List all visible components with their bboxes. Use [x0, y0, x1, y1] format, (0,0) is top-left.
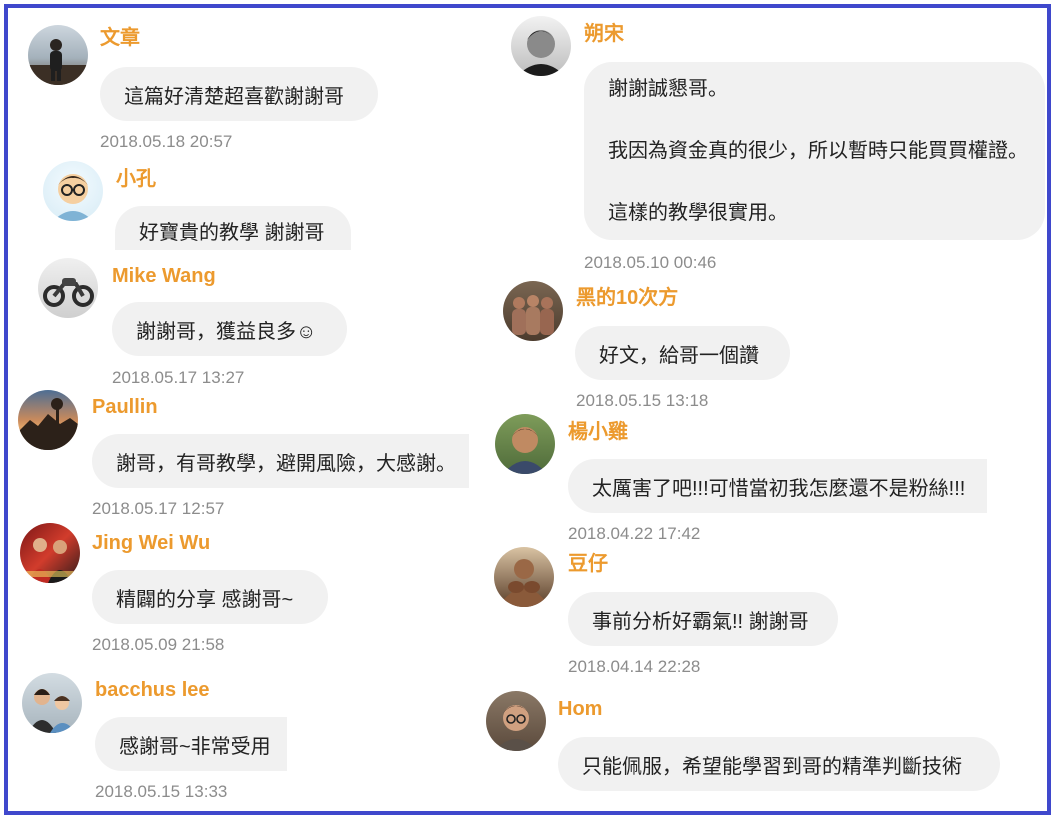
commenter-avatar[interactable] — [494, 547, 554, 607]
comment-bubble: 好寶貴的教學 謝謝哥 — [115, 206, 351, 250]
timestamp: 2018.05.10 00:46 — [584, 253, 717, 272]
comment-text: 好文，給哥一個讚 — [599, 344, 759, 367]
comment-bubble: 感謝哥~非常受用 — [95, 717, 287, 771]
commenter-name[interactable]: 文章 — [100, 26, 140, 50]
comment-bubble: 這篇好清楚超喜歡謝謝哥 — [100, 67, 378, 121]
timestamp: 2018.04.14 22:28 — [568, 657, 701, 676]
commenter-avatar[interactable] — [43, 161, 103, 221]
timestamp: 2018.04.22 17:42 — [568, 524, 701, 543]
timestamp: 2018.05.17 13:27 — [112, 368, 245, 387]
commenter-name[interactable]: bacchus lee — [95, 678, 210, 702]
comment-bubble: 好文，給哥一個讚 — [575, 326, 790, 380]
comment-text: 謝謝哥，獲益良多☺ — [136, 320, 317, 343]
timestamp: 2018.05.15 13:33 — [95, 782, 228, 801]
timestamp: 2018.05.18 20:57 — [100, 132, 233, 151]
commenter-name[interactable]: 小孔 — [116, 167, 156, 191]
comment-text: 我因為資金真的很少，所以暫時只能買買權證。 — [608, 140, 1028, 162]
timestamp: 2018.05.17 12:57 — [92, 499, 225, 518]
comment-text: 太厲害了吧!!!可惜當初我怎麼還不是粉絲!!! — [592, 477, 966, 500]
timestamp: 2018.05.15 13:18 — [576, 391, 709, 410]
comment-bubble: 謝哥，有哥教學，避開風險，大感謝。 — [92, 434, 469, 488]
comment-bubble: 精闢的分享 感謝哥~ — [92, 570, 328, 624]
commenter-name[interactable]: Hom — [558, 697, 602, 721]
comment-text: 只能佩服，希望能學習到哥的精準判斷技術 — [582, 755, 962, 778]
commenter-name[interactable]: 朔宋 — [584, 22, 624, 46]
commenter-avatar[interactable] — [20, 523, 80, 583]
comment-text: 謝謝誠懇哥。 — [608, 78, 728, 100]
commenter-avatar[interactable] — [486, 691, 546, 751]
comment-text: 這樣的教學很實用。 — [608, 202, 788, 224]
commenter-name[interactable]: 楊小雞 — [568, 420, 628, 444]
comment-text: 感謝哥~非常受用 — [119, 735, 271, 758]
timestamp: 2018.05.09 21:58 — [92, 635, 225, 654]
comment-bubble: 只能佩服，希望能學習到哥的精準判斷技術 — [558, 737, 1000, 791]
comment-bubble: 謝謝誠懇哥。 我因為資金真的很少，所以暫時只能買買權證。 這樣的教學很實用。 — [584, 62, 1045, 240]
comment-text: 精闢的分享 感謝哥~ — [116, 588, 294, 611]
comment-text: 事前分析好霸氣!! 謝謝哥 — [592, 610, 809, 633]
comment-bubble: 事前分析好霸氣!! 謝謝哥 — [568, 592, 838, 646]
comment-text: 這篇好清楚超喜歡謝謝哥 — [124, 85, 344, 108]
commenter-avatar[interactable] — [495, 414, 555, 474]
comment-text: 好寶貴的教學 謝謝哥 — [139, 222, 325, 244]
comment-bubble: 謝謝哥，獲益良多☺ — [112, 302, 347, 356]
commenter-name[interactable]: Jing Wei Wu — [92, 531, 210, 555]
comment-bubble: 太厲害了吧!!!可惜當初我怎麼還不是粉絲!!! — [568, 459, 987, 513]
commenter-avatar[interactable] — [18, 390, 78, 450]
commenter-name[interactable]: 豆仔 — [568, 552, 608, 576]
commenter-avatar[interactable] — [503, 281, 563, 341]
commenter-avatar[interactable] — [22, 673, 82, 733]
commenter-avatar[interactable] — [38, 258, 98, 318]
comment-text: 謝哥，有哥教學，避開風險，大感謝。 — [116, 452, 456, 475]
commenter-avatar[interactable] — [511, 16, 571, 76]
commenter-name[interactable]: Paullin — [92, 395, 158, 419]
commenter-name[interactable]: 黑的10次方 — [576, 286, 678, 310]
commenter-avatar[interactable] — [28, 25, 88, 85]
commenter-name[interactable]: Mike Wang — [112, 264, 216, 288]
